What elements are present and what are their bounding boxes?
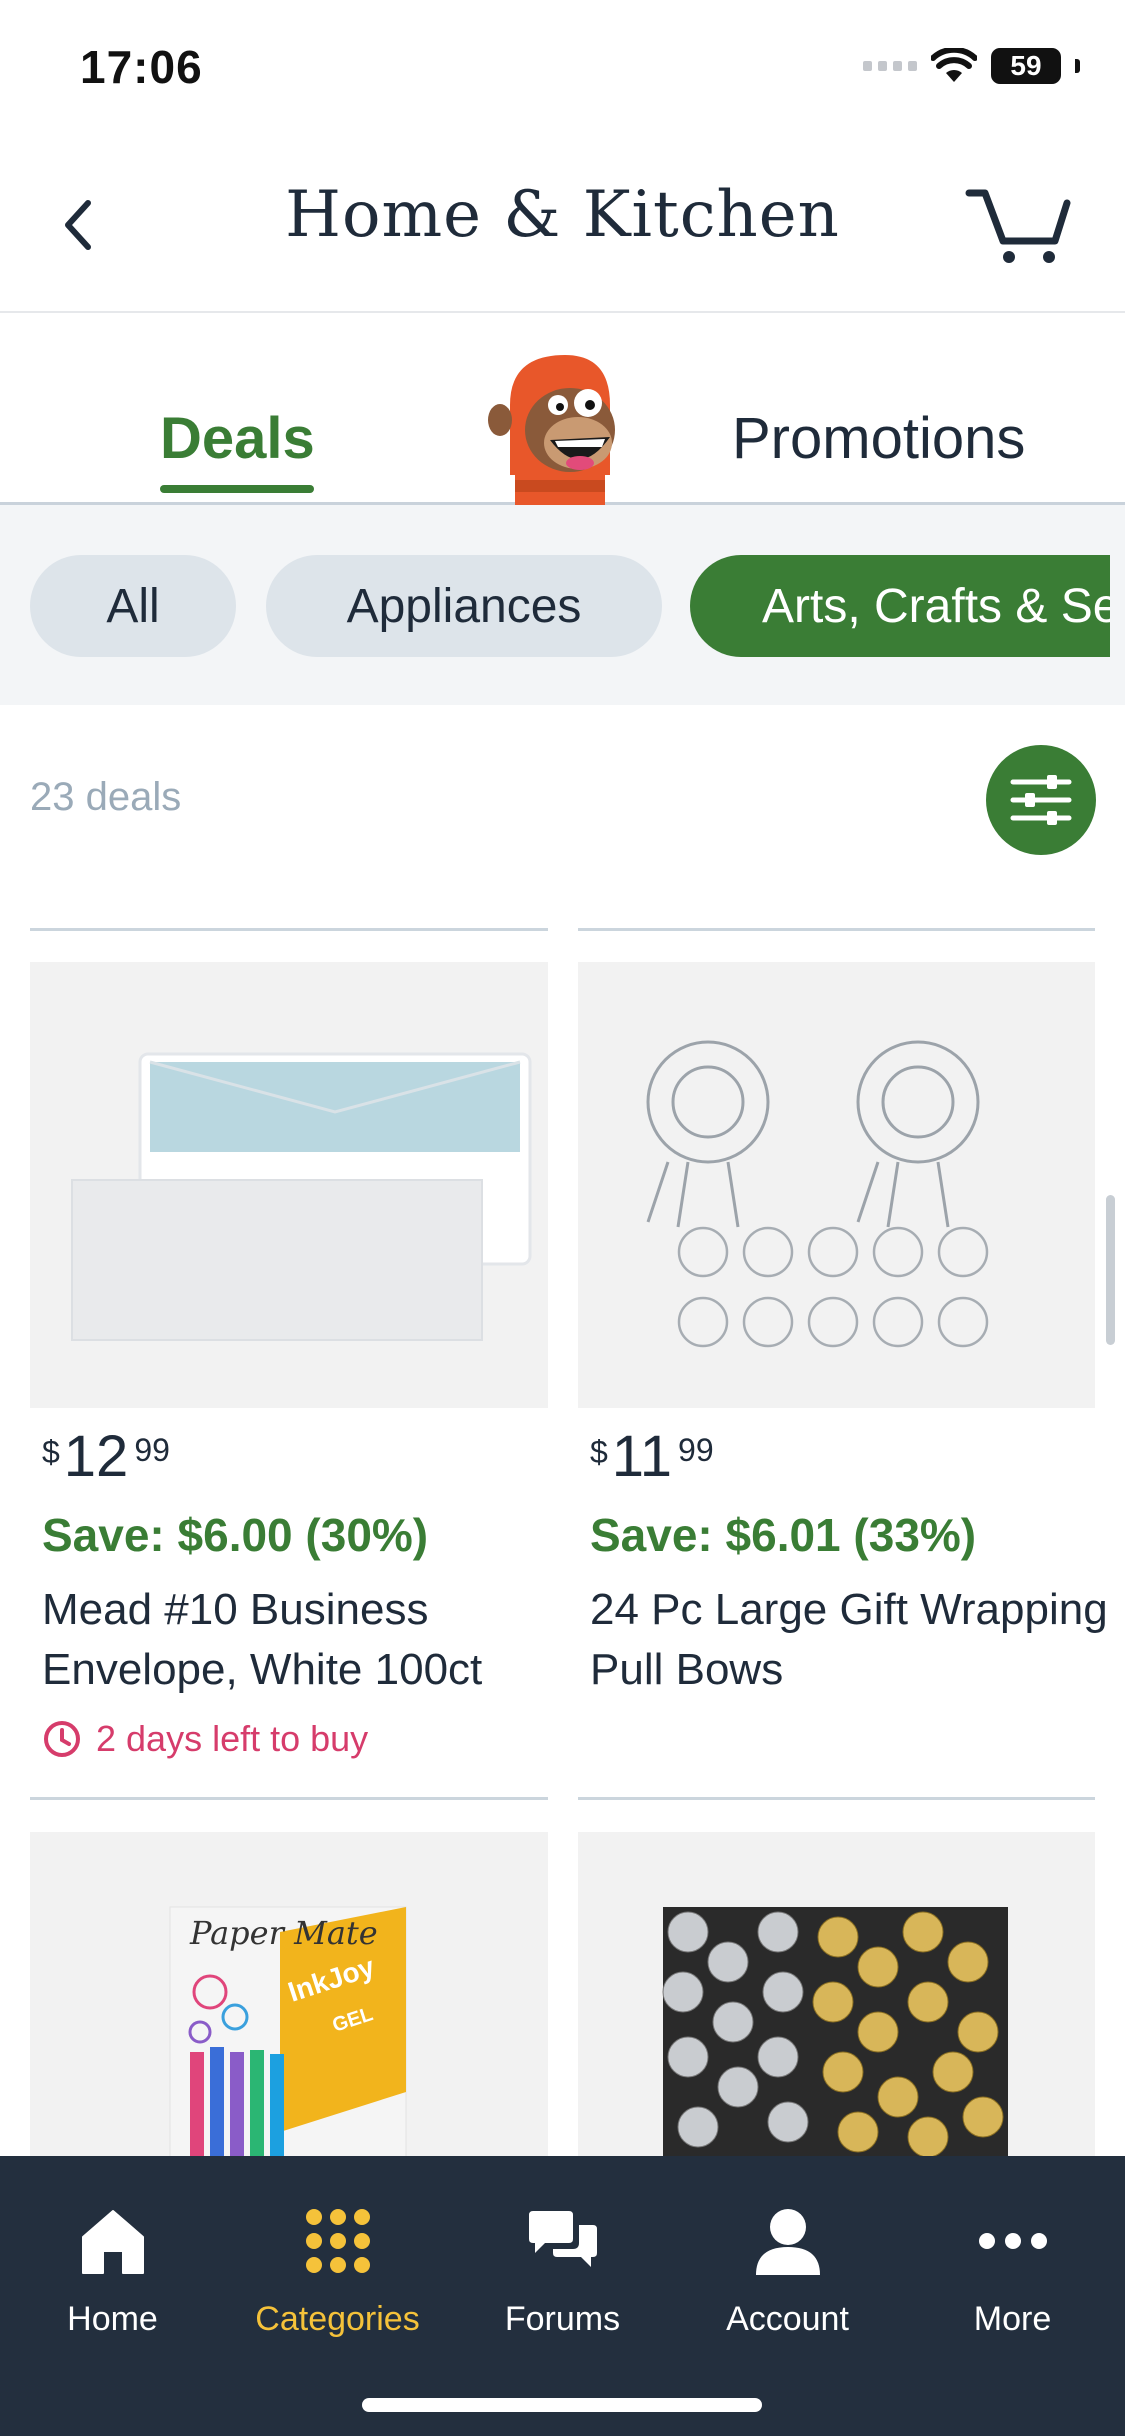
product-timer: 2 days left to buy xyxy=(42,1718,368,1760)
home-icon xyxy=(81,2210,144,2274)
status-time: 17:06 xyxy=(80,41,203,93)
nav-forums-label: Forums xyxy=(504,2300,621,2338)
product-image-gift-bows[interactable] xyxy=(578,962,1095,1408)
nav-account[interactable]: Account xyxy=(675,2196,900,2339)
bottom-nav: Home Categories Forums Account More xyxy=(0,2156,1125,2436)
deals-count: 23 deals xyxy=(30,775,182,819)
grid-divider xyxy=(30,928,548,931)
product-price: $ 12 99 xyxy=(42,1424,170,1489)
nav-forums[interactable]: Forums xyxy=(450,2196,675,2339)
product-save: Save: $6.00 (30%) xyxy=(42,1509,429,1561)
nav-home[interactable]: Home xyxy=(0,2196,225,2339)
cart-button[interactable] xyxy=(963,185,1073,265)
tab-deals[interactable]: Deals xyxy=(160,405,315,472)
nav-categories-label: Categories xyxy=(255,2300,420,2338)
sliders-icon xyxy=(1010,775,1072,825)
signal-icon xyxy=(863,61,917,71)
product-save: Save: $6.01 (33%) xyxy=(590,1509,977,1561)
chip-appliances[interactable]: Appliances xyxy=(266,555,662,657)
product-image-jingle-bells[interactable] xyxy=(578,1832,1095,2156)
battery-cap xyxy=(1075,59,1080,73)
scrollbar-thumb[interactable] xyxy=(1106,1195,1115,1345)
nav-home-label: Home xyxy=(67,2300,158,2338)
tab-active-underline xyxy=(160,485,314,493)
product-image-envelope[interactable] xyxy=(30,962,548,1408)
pens-brand-text: Paper Mate xyxy=(189,1914,378,1952)
nav-account-label: Account xyxy=(726,2300,849,2338)
page-title: Home & Kitchen xyxy=(285,178,840,252)
wifi-icon xyxy=(931,48,977,82)
person-icon xyxy=(755,2209,820,2275)
status-icons: 59 xyxy=(863,48,1080,84)
nav-more-label: More xyxy=(973,2300,1052,2338)
clock-icon xyxy=(44,1721,80,1757)
status-bar: 17:06 59 xyxy=(0,0,1125,140)
timer-label: 2 days left to buy xyxy=(96,1718,369,1759)
chat-icon xyxy=(528,2211,597,2267)
grid-divider xyxy=(578,928,1095,931)
nav-more[interactable]: More xyxy=(900,2196,1125,2339)
product-title[interactable]: 24 Pc Large Gift Wrapping Pull Bows xyxy=(590,1580,1110,1700)
product-title[interactable]: Mead #10 Business Envelope, White 100ct xyxy=(42,1580,562,1700)
grid-divider xyxy=(578,1797,1095,1800)
filter-chip-bar: All Appliances Arts, Crafts & Sewing xyxy=(0,505,1125,705)
jingle-bells-illustration xyxy=(662,1907,1008,2156)
cart-icon xyxy=(965,189,1071,263)
envelope-illustration xyxy=(71,1052,532,1341)
tabs: Deals Promotions xyxy=(0,315,1125,535)
chip-all[interactable]: All xyxy=(30,555,236,657)
pens-box-illustration: Paper Mate InkJoy GEL xyxy=(169,1906,407,2156)
chip-arts-crafts-sewing[interactable]: Arts, Crafts & Sewing xyxy=(690,555,1110,657)
battery-icon: 59 xyxy=(991,48,1061,84)
gift-bows-illustration xyxy=(646,1040,989,1348)
tab-promotions[interactable]: Promotions xyxy=(732,405,1025,472)
header: Home & Kitchen xyxy=(0,140,1125,313)
product-image-pens[interactable]: Paper Mate InkJoy GEL xyxy=(30,1832,548,2156)
grid-divider xyxy=(30,1797,548,1800)
home-indicator xyxy=(362,2398,762,2412)
filter-button[interactable] xyxy=(986,745,1096,855)
more-icon xyxy=(978,2233,1047,2249)
nav-categories[interactable]: Categories xyxy=(225,2196,450,2339)
grid-icon xyxy=(305,2209,370,2273)
product-price: $ 11 99 xyxy=(590,1424,714,1489)
